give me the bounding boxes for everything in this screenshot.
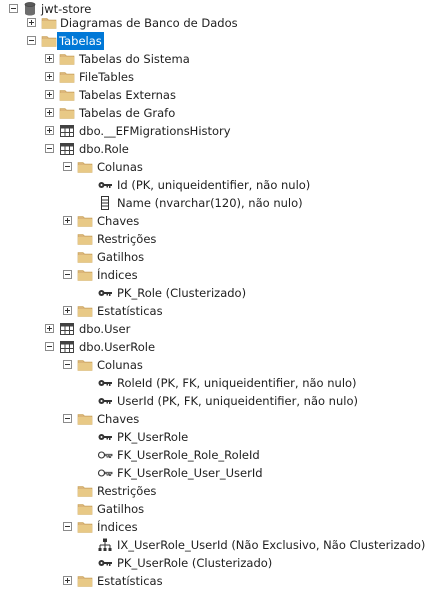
folder-icon bbox=[41, 33, 57, 49]
tree-node-label: dbo.__EFMigrationsHistory bbox=[79, 124, 231, 138]
tree-node-label: Chaves bbox=[97, 214, 140, 228]
expand-icon[interactable] bbox=[63, 306, 72, 315]
folder-icon bbox=[77, 411, 93, 427]
expand-icon[interactable] bbox=[45, 324, 54, 333]
primary-key-icon bbox=[97, 177, 113, 193]
primary-key-icon bbox=[97, 429, 113, 445]
tree-node-label: PK_UserRole bbox=[117, 430, 189, 444]
tree-node-label: Tabelas bbox=[57, 32, 104, 50]
column-icon bbox=[97, 195, 113, 211]
collapse-icon[interactable] bbox=[63, 270, 72, 279]
tree-node-label: Gatilhos bbox=[97, 250, 145, 264]
expand-icon[interactable] bbox=[63, 216, 72, 225]
tree-node-label: PK_UserRole (Clusterizado) bbox=[117, 556, 273, 570]
expand-icon[interactable] bbox=[45, 108, 54, 117]
folder-icon bbox=[77, 303, 93, 319]
primary-key-icon bbox=[97, 375, 113, 391]
tree-node-label: Colunas bbox=[97, 358, 143, 372]
folder-icon bbox=[77, 231, 93, 247]
expand-icon[interactable] bbox=[63, 576, 72, 585]
collapse-icon[interactable] bbox=[45, 342, 54, 351]
table-icon bbox=[59, 123, 75, 139]
tree-node-label: Chaves bbox=[97, 412, 140, 426]
tree-node-label: FK_UserRole_User_UserId bbox=[117, 466, 263, 480]
tree-node-label: Tabelas do Sistema bbox=[79, 52, 190, 66]
tree-node-label: Diagramas de Banco de Dados bbox=[60, 16, 238, 30]
tree-node-label: dbo.User bbox=[79, 322, 131, 336]
tree-node-label: Gatilhos bbox=[97, 502, 145, 516]
folder-icon bbox=[59, 105, 75, 121]
tree-node-label: Índices bbox=[97, 268, 138, 282]
folder-icon bbox=[77, 501, 93, 517]
expand-icon[interactable] bbox=[45, 126, 54, 135]
folder-icon bbox=[59, 69, 75, 85]
tree-node-label: Restrições bbox=[97, 232, 157, 246]
folder-icon bbox=[41, 15, 57, 31]
collapse-icon[interactable] bbox=[9, 4, 18, 13]
collapse-icon[interactable] bbox=[63, 162, 72, 171]
expand-icon[interactable] bbox=[45, 72, 54, 81]
foreign-key-icon bbox=[97, 465, 113, 481]
primary-key-icon bbox=[97, 285, 113, 301]
tree-node-label: RoleId (PK, FK, uniqueidentifier, não nu… bbox=[117, 376, 357, 390]
table-icon bbox=[59, 141, 75, 157]
table-icon bbox=[59, 339, 75, 355]
tree-node-label: FileTables bbox=[79, 70, 134, 84]
folder-icon bbox=[77, 357, 93, 373]
table-icon bbox=[59, 321, 75, 337]
primary-key-icon bbox=[97, 555, 113, 571]
index-icon bbox=[97, 537, 113, 553]
tree-node-label: Id (PK, uniqueidentifier, não nulo) bbox=[117, 178, 311, 192]
expand-icon[interactable] bbox=[45, 90, 54, 99]
tree-node-label: Estatísticas bbox=[97, 574, 163, 588]
collapse-icon[interactable] bbox=[27, 36, 36, 45]
folder-icon bbox=[59, 51, 75, 67]
tree-node-label: Colunas bbox=[97, 160, 143, 174]
foreign-key-icon bbox=[97, 447, 113, 463]
folder-icon bbox=[77, 249, 93, 265]
expand-icon[interactable] bbox=[27, 18, 36, 27]
folder-icon bbox=[59, 87, 75, 103]
tree-node-label: Tabelas de Grafo bbox=[79, 106, 176, 120]
collapse-icon[interactable] bbox=[45, 144, 54, 153]
expand-icon[interactable] bbox=[45, 54, 54, 63]
tree-node-label: UserId (PK, FK, uniqueidentifier, não nu… bbox=[117, 394, 358, 408]
primary-key-icon bbox=[97, 393, 113, 409]
database-icon bbox=[22, 1, 38, 17]
tree-node-label: PK_Role (Clusterizado) bbox=[117, 286, 247, 300]
folder-icon bbox=[77, 159, 93, 175]
tree-node-label: Estatísticas bbox=[97, 304, 163, 318]
folder-icon bbox=[77, 267, 93, 283]
tree-node-label: dbo.UserRole bbox=[79, 340, 156, 354]
folder-icon bbox=[77, 519, 93, 535]
collapse-icon[interactable] bbox=[63, 522, 72, 531]
folder-icon bbox=[77, 213, 93, 229]
tree-node-label: Tabelas Externas bbox=[79, 88, 176, 102]
tree-node-label: dbo.Role bbox=[79, 142, 129, 156]
folder-icon bbox=[77, 573, 93, 589]
tree-node-label: Name (nvarchar(120), não nulo) bbox=[117, 196, 303, 210]
collapse-icon[interactable] bbox=[63, 414, 72, 423]
tree-node-label: Restrições bbox=[97, 484, 157, 498]
tree-node-label: Índices bbox=[97, 520, 138, 534]
tree-node-label: IX_UserRole_UserId (Não Exclusivo, Não C… bbox=[117, 538, 426, 552]
collapse-icon[interactable] bbox=[63, 360, 72, 369]
folder-icon bbox=[77, 483, 93, 499]
tree-node-label: FK_UserRole_Role_RoleId bbox=[117, 448, 260, 462]
